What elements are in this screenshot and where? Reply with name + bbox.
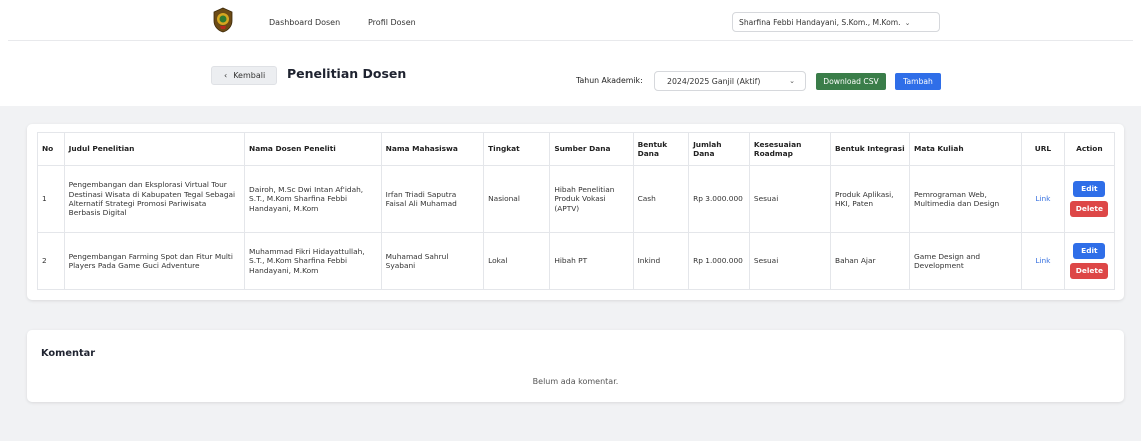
chevron-left-icon: ‹ [224,71,228,80]
cell-no: 1 [37,165,65,233]
table-header-row: No Judul Penelitian Nama Dosen Peneliti … [37,132,1116,166]
cell-mahasiswa: Irfan Triadi Saputra Faisal Ali Muhamad [380,165,485,233]
col-header: Jumlah Dana [688,132,750,166]
url-link[interactable]: Link [1035,256,1050,265]
cell-bentuk-dana: Cash [632,165,690,233]
nav-divider [8,40,1133,41]
university-logo-icon[interactable] [212,7,234,33]
download-csv-button[interactable]: Download CSV [816,73,886,90]
nav-link-profil[interactable]: Profil Dosen [368,18,416,27]
col-header: Bentuk Dana [632,132,690,166]
add-button[interactable]: Tambah [895,73,941,90]
cell-action: Edit Delete [1063,165,1116,233]
page-title: Penelitian Dosen [287,66,407,81]
delete-button[interactable]: Delete [1070,201,1109,217]
col-header: Nama Mahasiswa [380,132,485,166]
cell-mahasiswa: Muhamad Sahrul Syabani [380,232,485,290]
col-header: Action [1063,132,1116,166]
cell-roadmap: Sesuai [748,165,832,233]
cell-mata-kuliah: Game Design and Development [908,232,1023,290]
col-header: Judul Penelitian [63,132,246,166]
col-header: Sumber Dana [549,132,634,166]
back-button[interactable]: ‹ Kembali [211,66,277,85]
academic-year-label: Tahun Akademik: [576,76,643,85]
cell-jumlah-dana: Rp 1.000.000 [688,232,750,290]
cell-judul: Pengembangan dan Eksplorasi Virtual Tour… [63,165,246,233]
col-header: URL [1021,132,1065,166]
cell-sumber-dana: Hibah PT [549,232,634,290]
comments-title: Komentar [41,348,96,359]
user-menu-dropdown[interactable]: Sharfina Febbi Handayani, S.Kom., M.Kom.… [732,12,940,32]
col-header: Nama Dosen Peneliti [244,132,382,166]
col-header: Tingkat [483,132,551,166]
col-header: No [37,132,65,166]
research-table-card: No Judul Penelitian Nama Dosen Peneliti … [27,124,1124,300]
col-header: Bentuk Integrasi [830,132,910,166]
cell-tingkat: Nasional [483,165,551,233]
delete-button[interactable]: Delete [1070,263,1109,279]
comments-empty-message: Belum ada komentar. [532,377,619,386]
chevron-down-icon: ⌄ [789,77,795,85]
cell-mata-kuliah: Pemrograman Web, Multimedia dan Design [908,165,1023,233]
cell-roadmap: Sesuai [748,232,832,290]
col-header: Mata Kuliah [908,132,1023,166]
back-button-label: Kembali [233,71,266,80]
url-link[interactable]: Link [1035,194,1050,203]
top-navbar: Dashboard Dosen Profil Dosen Sharfina Fe… [0,0,1141,106]
edit-button[interactable]: Edit [1073,243,1106,259]
research-table: No Judul Penelitian Nama Dosen Peneliti … [37,132,1116,290]
cell-no: 2 [37,232,65,290]
cell-jumlah-dana: Rp 3.000.000 [688,165,750,233]
cell-integrasi: Bahan Ajar [830,232,910,290]
cell-url: Link [1021,232,1065,290]
cell-judul: Pengembangan Farming Spot dan Fitur Mult… [63,232,246,290]
cell-url: Link [1021,165,1065,233]
col-header: Kesesuaian Roadmap [748,132,832,166]
edit-button[interactable]: Edit [1073,181,1106,197]
comments-card: Komentar Belum ada komentar. [27,330,1124,402]
table-row: 2 Pengembangan Farming Spot dan Fitur Mu… [37,232,1116,290]
cell-action: Edit Delete [1063,232,1116,290]
chevron-down-icon: ⌄ [904,19,911,27]
table-row: 1 Pengembangan dan Eksplorasi Virtual To… [37,165,1116,233]
nav-link-dashboard[interactable]: Dashboard Dosen [269,18,340,27]
cell-dosen: Dairoh, M.Sc Dwi Intan Af'idah, S.T., M.… [244,165,382,233]
academic-year-select[interactable]: 2024/2025 Ganjil (Aktif) ⌄ [654,71,806,91]
academic-year-value: 2024/2025 Ganjil (Aktif) [667,77,761,86]
cell-tingkat: Lokal [483,232,551,290]
cell-dosen: Muhammad Fikri Hidayattullah, S.T., M.Ko… [244,232,382,290]
cell-bentuk-dana: Inkind [632,232,690,290]
user-name: Sharfina Febbi Handayani, S.Kom., M.Kom. [739,18,901,27]
cell-sumber-dana: Hibah Penelitian Produk Vokasi (APTV) [549,165,634,233]
cell-integrasi: Produk Aplikasi, HKI, Paten [830,165,910,233]
